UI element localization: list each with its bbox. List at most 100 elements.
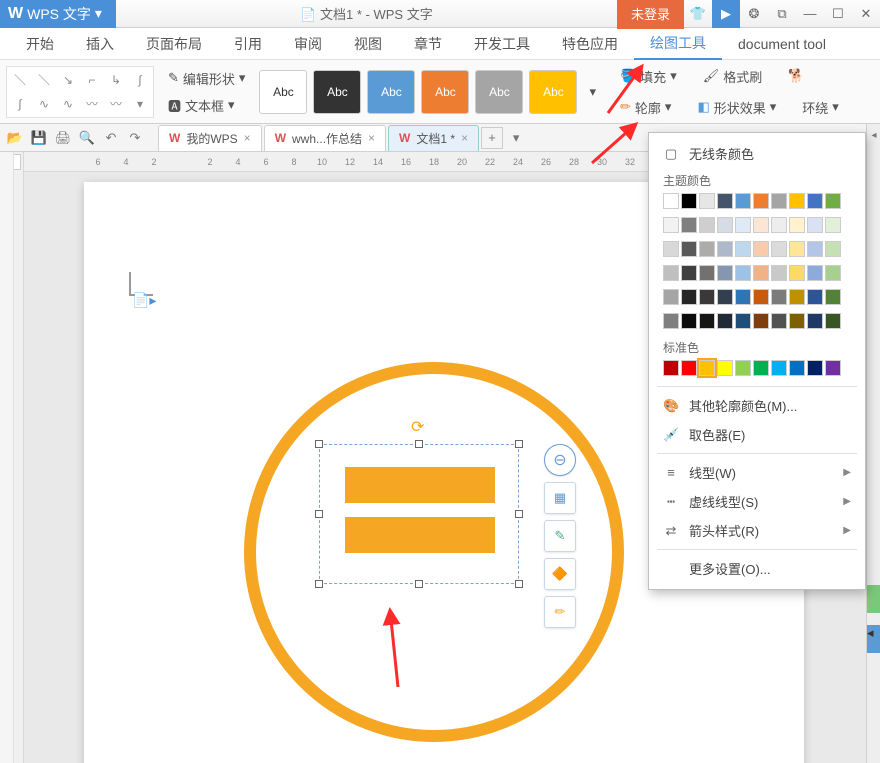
color-swatch[interactable] <box>699 313 715 329</box>
color-swatch[interactable] <box>807 265 823 281</box>
color-swatch[interactable] <box>753 241 769 257</box>
menu-绘图工具[interactable]: 绘图工具 <box>634 28 722 60</box>
strip-collapse-icon[interactable]: ◂ <box>867 124 880 146</box>
color-swatch[interactable] <box>699 360 715 376</box>
resize-handle[interactable] <box>515 440 523 448</box>
color-swatch[interactable] <box>771 217 787 233</box>
color-swatch[interactable] <box>681 360 697 376</box>
restore-button[interactable]: ⧉ <box>768 0 796 28</box>
shape-effect-button[interactable]: ◧ 形状效果▾ <box>691 95 782 120</box>
color-swatch[interactable] <box>663 265 679 281</box>
menu-插入[interactable]: 插入 <box>70 28 130 60</box>
zigzag-icon[interactable]: 〰 <box>105 93 127 115</box>
color-swatch[interactable] <box>807 241 823 257</box>
textbox-button[interactable]: 🅰 文本框 ▾ <box>162 93 251 118</box>
color-swatch[interactable] <box>717 241 733 257</box>
edit-tool-button[interactable]: ✏ <box>544 596 576 628</box>
style-preset-blue[interactable]: Abc <box>367 70 415 114</box>
eyedropper-item[interactable]: 💉 取色器(E) <box>649 420 865 449</box>
strip-marker-green[interactable] <box>867 585 880 613</box>
color-swatch[interactable] <box>681 265 697 281</box>
connector-icon[interactable]: ⌐ <box>81 69 103 91</box>
color-swatch[interactable] <box>789 265 805 281</box>
color-swatch[interactable] <box>825 193 841 209</box>
shape-picker[interactable]: ＼ ＼ ↘ ⌐ ↳ ∫ ∫ ∿ ∿ 〰 〰 ▾ <box>6 66 154 118</box>
resize-handle[interactable] <box>515 510 523 518</box>
color-swatch[interactable] <box>663 217 679 233</box>
style-preset-black[interactable]: Abc <box>313 70 361 114</box>
color-swatch[interactable] <box>753 193 769 209</box>
menu-页面布局[interactable]: 页面布局 <box>130 28 218 60</box>
wave-icon[interactable]: ∿ <box>33 93 55 115</box>
document-tab[interactable]: Wwwh...作总结× <box>264 125 386 151</box>
menu-视图[interactable]: 视图 <box>338 28 398 60</box>
open-button[interactable]: 📂 <box>4 127 26 149</box>
edit-shape-button[interactable]: ✎ 编辑形状 ▾ <box>162 66 251 91</box>
connector-icon[interactable]: ↳ <box>105 69 127 91</box>
resize-handle[interactable] <box>315 510 323 518</box>
layout-options-button[interactable]: ⊖ <box>544 444 576 476</box>
color-swatch[interactable] <box>735 265 751 281</box>
outline-tool-button[interactable]: ✎ <box>544 520 576 552</box>
color-swatch[interactable] <box>663 289 679 305</box>
color-swatch[interactable] <box>681 241 697 257</box>
color-swatch[interactable] <box>771 193 787 209</box>
curve-icon[interactable]: ∫ <box>129 69 151 91</box>
color-swatch[interactable] <box>771 241 787 257</box>
color-swatch[interactable] <box>681 313 697 329</box>
color-swatch[interactable] <box>663 313 679 329</box>
resize-handle[interactable] <box>315 440 323 448</box>
color-swatch[interactable] <box>753 265 769 281</box>
color-swatch[interactable] <box>789 217 805 233</box>
styles-more-button[interactable]: ▾ <box>583 70 602 114</box>
zigzag-icon[interactable]: 〰 <box>81 93 103 115</box>
help-button[interactable]: ▶ <box>712 0 740 28</box>
menu-特色应用[interactable]: 特色应用 <box>546 28 634 60</box>
menu-开始[interactable]: 开始 <box>10 28 70 60</box>
color-swatch[interactable] <box>717 313 733 329</box>
color-swatch[interactable] <box>825 265 841 281</box>
no-line-color-item[interactable]: ▢ 无线条颜色 <box>649 139 865 168</box>
color-swatch[interactable] <box>663 193 679 209</box>
color-swatch[interactable] <box>789 193 805 209</box>
color-swatch[interactable] <box>735 241 751 257</box>
rect-shape-2[interactable] <box>345 517 495 553</box>
color-swatch[interactable] <box>789 289 805 305</box>
color-swatch[interactable] <box>825 289 841 305</box>
color-swatch[interactable] <box>735 289 751 305</box>
color-swatch[interactable] <box>771 313 787 329</box>
line-icon[interactable]: ＼ <box>33 69 55 91</box>
color-swatch[interactable] <box>771 360 787 376</box>
new-tab-button[interactable]: + <box>481 127 503 149</box>
color-swatch[interactable] <box>699 241 715 257</box>
color-swatch[interactable] <box>753 217 769 233</box>
color-swatch[interactable] <box>681 289 697 305</box>
color-swatch[interactable] <box>717 265 733 281</box>
sine-icon[interactable]: ∿ <box>57 93 79 115</box>
close-button[interactable]: ✕ <box>852 0 880 28</box>
document-tab[interactable]: W我的WPS× <box>158 125 262 151</box>
fill-tool-button[interactable]: ▦ <box>544 482 576 514</box>
color-swatch[interactable] <box>699 193 715 209</box>
resize-handle[interactable] <box>515 580 523 588</box>
color-swatch[interactable] <box>825 217 841 233</box>
curve-icon[interactable]: ∫ <box>9 93 31 115</box>
menu-章节[interactable]: 章节 <box>398 28 458 60</box>
strip-marker-blue[interactable]: ◂ <box>867 625 880 653</box>
menu-引用[interactable]: 引用 <box>218 28 278 60</box>
color-swatch[interactable] <box>807 313 823 329</box>
wrap-button[interactable]: 环绕▾ <box>796 95 845 120</box>
color-swatch[interactable] <box>771 265 787 281</box>
shape-tool-button[interactable]: 🔶 <box>544 558 576 590</box>
format-pet-icon[interactable]: 🐕 <box>782 65 810 87</box>
arrow-style-item[interactable]: ⇄ 箭头样式(R) ▶ <box>649 516 865 545</box>
line-type-item[interactable]: ≡ 线型(W) ▶ <box>649 458 865 487</box>
color-swatch[interactable] <box>699 289 715 305</box>
color-swatch[interactable] <box>807 217 823 233</box>
color-swatch[interactable] <box>807 193 823 209</box>
preview-button[interactable]: 🔍 <box>76 127 98 149</box>
color-swatch[interactable] <box>699 265 715 281</box>
resize-handle[interactable] <box>315 580 323 588</box>
color-swatch[interactable] <box>735 360 751 376</box>
style-preset-yellow[interactable]: Abc <box>529 70 577 114</box>
